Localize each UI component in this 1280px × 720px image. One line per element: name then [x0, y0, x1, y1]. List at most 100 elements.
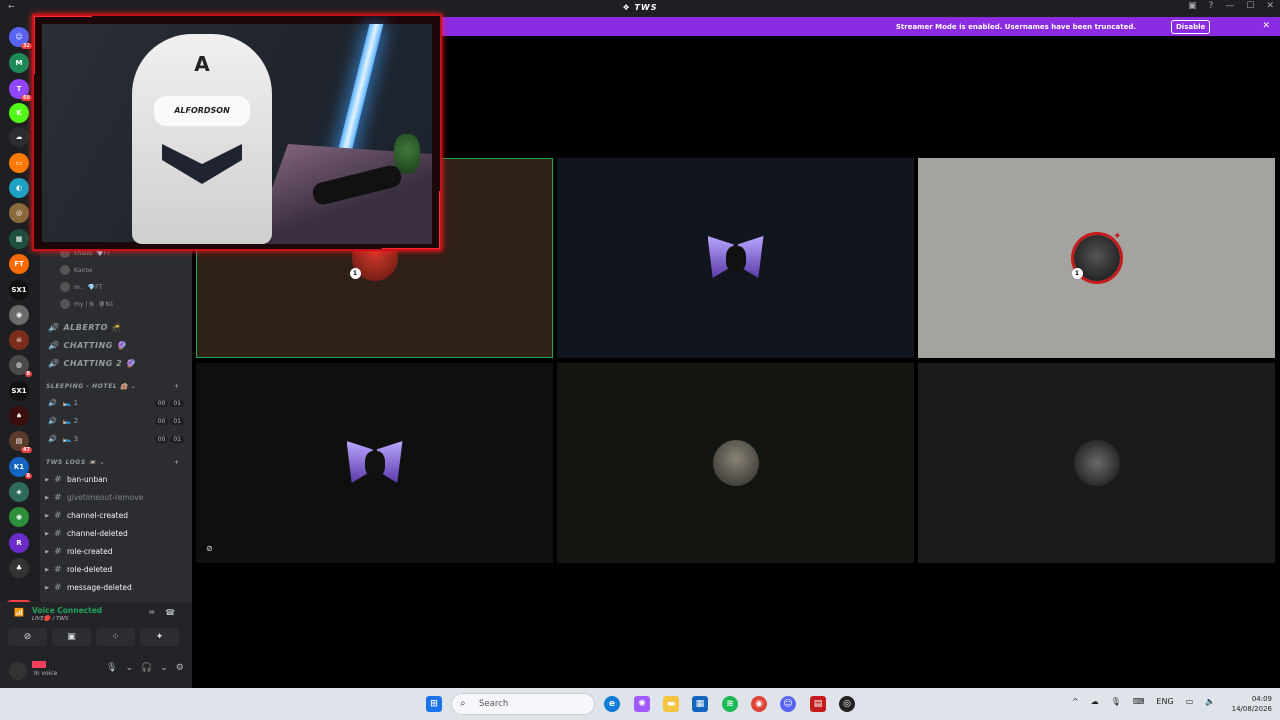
screen-share-button[interactable]: ▣ — [52, 628, 91, 646]
text-channel-role-created[interactable]: ▶ # role-created — [40, 543, 190, 560]
voice-status[interactable]: Voice Connected — [32, 606, 102, 615]
participant-tile[interactable] — [918, 363, 1275, 563]
participant-tile[interactable]: ✦ 1 — [918, 158, 1275, 358]
microphone-icon[interactable]: 🎙 — [1111, 697, 1121, 706]
maximize-icon[interactable]: ☐ — [1246, 1, 1254, 11]
voice-channel-name[interactable]: LIVE🔴 / TWS — [32, 616, 68, 622]
banner-close-icon[interactable]: ✕ — [1262, 21, 1270, 31]
chair-pillow: ALFORDSON — [154, 96, 250, 126]
server-icon[interactable]: SX1 — [9, 381, 29, 401]
expand-arrow-icon[interactable]: ▶ — [40, 531, 54, 537]
camera-toggle-button[interactable]: ⊘ — [8, 628, 47, 646]
taskbar-search[interactable]: ⌕ Search — [451, 693, 595, 715]
spotify-app[interactable]: ≋ — [722, 696, 738, 712]
voice-member[interactable]: m.. 💎FT — [60, 280, 102, 294]
server-icon[interactable]: ◍ 8 — [9, 355, 32, 377]
noise-suppression-icon[interactable]: ♒ — [148, 608, 155, 617]
soundboard-button[interactable]: ✦ — [140, 628, 179, 646]
category-tws-logs[interactable]: TWS LOGS 📼 ⌄ + — [46, 459, 179, 471]
file-explorer-app[interactable]: ▬ — [663, 696, 679, 712]
frame-corner — [382, 191, 440, 249]
keyboard-icon[interactable]: ⌨ — [1133, 697, 1145, 706]
voice-channel-room-1[interactable]: 🔊 🛌 1 00 01 — [48, 395, 188, 411]
obs-app[interactable]: ◎ — [839, 696, 855, 712]
server-icon[interactable]: T 69 — [9, 79, 32, 101]
server-icon[interactable]: ♠ — [9, 406, 29, 426]
chevron-up-icon[interactable]: ^ — [1072, 697, 1079, 706]
text-channel-ban-unban[interactable]: ▶ # ban-unban — [40, 471, 190, 488]
voice-channel-room-2[interactable]: 🔊 🛌 2 00 01 — [48, 413, 188, 429]
add-channel-icon[interactable]: + — [174, 383, 180, 390]
expand-arrow-icon[interactable]: ▶ — [40, 477, 54, 483]
server-icon[interactable]: M — [9, 53, 29, 73]
expand-arrow-icon[interactable]: ▶ — [40, 513, 54, 519]
user-avatar[interactable] — [9, 662, 27, 680]
server-icon[interactable]: ◎ — [9, 203, 29, 223]
server-icon[interactable]: ▭ — [9, 153, 29, 173]
minimize-icon[interactable]: — — [1225, 1, 1234, 11]
server-icon[interactable]: ▤ 47 — [9, 431, 32, 453]
category-sleeping-hotel[interactable]: SLEEPING - HOTEL 🏨 ⌄ + — [46, 383, 179, 395]
cloud-icon[interactable]: ☁ — [1091, 697, 1099, 706]
server-icon[interactable]: ▦ — [9, 229, 29, 249]
inbox-icon[interactable]: ▣ — [1188, 1, 1197, 11]
add-channel-icon[interactable]: + — [174, 459, 180, 466]
voicemeeter-app[interactable]: ▤ — [810, 696, 826, 712]
edge-app[interactable]: e — [604, 696, 620, 712]
server-icon[interactable]: ◐ — [9, 178, 29, 198]
voice-channel-chatting[interactable]: 🔊 CHATTING 🔮 — [48, 337, 127, 353]
server-icon[interactable]: ◈ — [9, 482, 29, 502]
text-channel-channel-created[interactable]: ▶ # channel-created — [40, 507, 190, 524]
window-controls: ▣ ? — ☐ ✕ — [1188, 1, 1274, 11]
close-icon[interactable]: ✕ — [1266, 1, 1274, 11]
server-icon[interactable]: K — [9, 103, 29, 123]
disable-streamer-mode-button[interactable]: Disable — [1171, 20, 1211, 34]
server-icon[interactable]: ☠ — [9, 330, 29, 350]
expand-arrow-icon[interactable]: ▶ — [40, 495, 54, 501]
server-icon[interactable]: ♣ — [9, 558, 29, 578]
windows-logo-icon: ⊞ — [430, 699, 438, 709]
expand-arrow-icon[interactable]: ▶ — [40, 585, 54, 591]
discord-app[interactable]: ☺ — [780, 696, 796, 712]
clock[interactable]: 04:09 14/08/2026 — [1220, 694, 1272, 714]
participant-tile[interactable]: ⊘ — [196, 363, 553, 563]
server-icon[interactable]: R — [9, 533, 29, 553]
signal-icon: 📶 — [14, 608, 24, 617]
chrome-app[interactable]: ◉ — [751, 696, 767, 712]
text-channel-channel-deleted[interactable]: ▶ # channel-deleted — [40, 525, 190, 542]
help-icon[interactable]: ? — [1209, 1, 1214, 11]
server-icon[interactable]: ☺ 32 — [9, 27, 32, 49]
server-icon[interactable]: ☁ — [9, 127, 29, 147]
language-indicator[interactable]: ENG — [1156, 697, 1173, 706]
server-icon[interactable]: SX1 — [9, 280, 29, 300]
start-button[interactable]: ⊞ — [426, 696, 442, 712]
store-app[interactable]: ▦ — [692, 696, 708, 712]
microphone-icon[interactable]: 🎙 — [106, 663, 117, 673]
text-channel-givetimeout-remove[interactable]: ▶ # givetimeout-remove — [40, 489, 190, 506]
voice-channel-chatting-2[interactable]: 🔊 CHATTING 2 🔮 — [48, 355, 136, 371]
voice-member[interactable]: Kairox — [60, 263, 97, 277]
participant-tile[interactable] — [557, 158, 914, 358]
headphones-icon[interactable]: 🎧 — [141, 663, 152, 673]
server-icon[interactable]: FT — [9, 254, 29, 274]
chevron-down-icon[interactable]: ⌄ — [160, 663, 168, 673]
clock-date: 14/08/2026 — [1231, 705, 1272, 713]
settings-gear-icon[interactable]: ⚙ — [176, 663, 184, 673]
voice-member[interactable]: my | N 🛡N1 — [60, 297, 114, 311]
text-channel-role-deleted[interactable]: ▶ # role-deleted — [40, 561, 190, 578]
participant-tile[interactable] — [557, 363, 914, 563]
expand-arrow-icon[interactable]: ▶ — [40, 549, 54, 555]
display-icon[interactable]: ▭ — [1186, 697, 1194, 706]
disconnect-icon[interactable]: ☎ — [165, 608, 175, 617]
volume-icon[interactable]: 🔈 — [1205, 697, 1215, 706]
copilot-app[interactable]: ✺ — [634, 696, 650, 712]
chevron-down-icon[interactable]: ⌄ — [125, 663, 133, 673]
activities-button[interactable]: ⁘ — [96, 628, 135, 646]
text-channel-message-deleted[interactable]: ▶ # message-deleted — [40, 579, 190, 596]
voice-channel-alberto[interactable]: 🔊 ALBERTO 🥷 — [48, 319, 122, 335]
server-icon[interactable]: ◉ — [9, 305, 29, 325]
server-icon[interactable]: K1 8 — [9, 457, 32, 479]
voice-channel-room-3[interactable]: 🔊 🛌 3 00 01 — [48, 431, 188, 447]
server-icon[interactable]: ◉ — [9, 507, 29, 527]
expand-arrow-icon[interactable]: ▶ — [40, 567, 54, 573]
